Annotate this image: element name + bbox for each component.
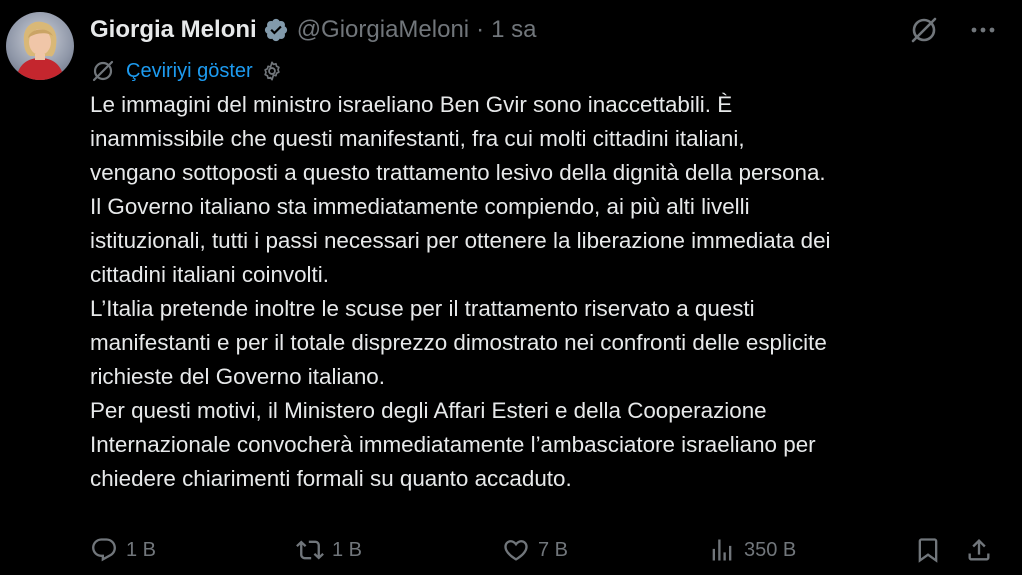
post-header: Giorgia Meloni @GiorgiaMeloni · 1 sa [90, 14, 537, 46]
more-icon[interactable] [968, 15, 998, 45]
post-text-line: chiedere chiarimenti formali su quanto a… [90, 466, 572, 491]
post-text-line: cittadini italiani coinvolti. [90, 262, 329, 287]
post-text-line: Le immagini del ministro israeliano Ben … [90, 92, 733, 117]
verified-badge-icon[interactable] [263, 17, 289, 43]
reply-icon [92, 538, 116, 562]
like-count: 7 B [538, 538, 569, 561]
post: Giorgia Meloni @GiorgiaMeloni · 1 sa Çev… [0, 0, 1022, 575]
grok-icon[interactable] [908, 14, 940, 46]
avatar[interactable] [6, 12, 74, 80]
post-text-line: inammissibile che questi manifestanti, f… [90, 126, 745, 151]
translate-row: Çeviriyi göster [90, 56, 283, 86]
separator-dot: · [476, 16, 485, 43]
post-text-line: L’Italia pretende inoltre le scuse per i… [90, 296, 755, 321]
post-text-line: Internazionale convocherà immediatamente… [90, 432, 816, 457]
share-button[interactable] [965, 530, 993, 570]
repost-button[interactable]: 1 B [296, 530, 362, 570]
reply-count: 1 B [126, 538, 157, 561]
show-translation-link[interactable]: Çeviriyi göster [126, 60, 253, 83]
post-text-line: manifestanti e per il totale disprezzo d… [90, 330, 827, 355]
handle[interactable]: @GiorgiaMeloni [297, 16, 469, 44]
actions-bar: 1 B 1 B 7 B 350 B [0, 530, 1022, 570]
post-text-line: Il Governo italiano sta immediatamente c… [90, 194, 750, 219]
grok-translate-icon [92, 60, 114, 82]
post-text: Le immagini del ministro israeliano Ben … [90, 88, 1010, 496]
top-actions [908, 14, 998, 46]
post-text-line: Per questi motivi, il Ministero degli Af… [90, 398, 767, 423]
post-text-line: richieste del Governo italiano. [90, 364, 385, 389]
avatar-image [16, 21, 64, 80]
post-text-line: istituzionali, tutti i passi necessari p… [90, 228, 831, 253]
gear-icon[interactable] [261, 60, 283, 82]
post-time[interactable]: 1 sa [491, 16, 536, 44]
views-count: 350 B [744, 538, 797, 561]
display-name[interactable]: Giorgia Meloni [90, 16, 257, 44]
post-text-line: vengano sottoposti a questo trattamento … [90, 160, 826, 185]
heart-icon [504, 540, 528, 561]
bookmark-icon [918, 538, 938, 563]
like-button[interactable]: 7 B [502, 530, 568, 570]
bookmark-button[interactable] [914, 530, 942, 570]
repost-icon [296, 540, 324, 560]
reply-button[interactable]: 1 B [90, 530, 156, 570]
repost-count: 1 B [332, 538, 363, 561]
views-button[interactable]: 350 B [708, 530, 796, 570]
share-icon [968, 539, 990, 561]
views-icon [712, 539, 732, 561]
